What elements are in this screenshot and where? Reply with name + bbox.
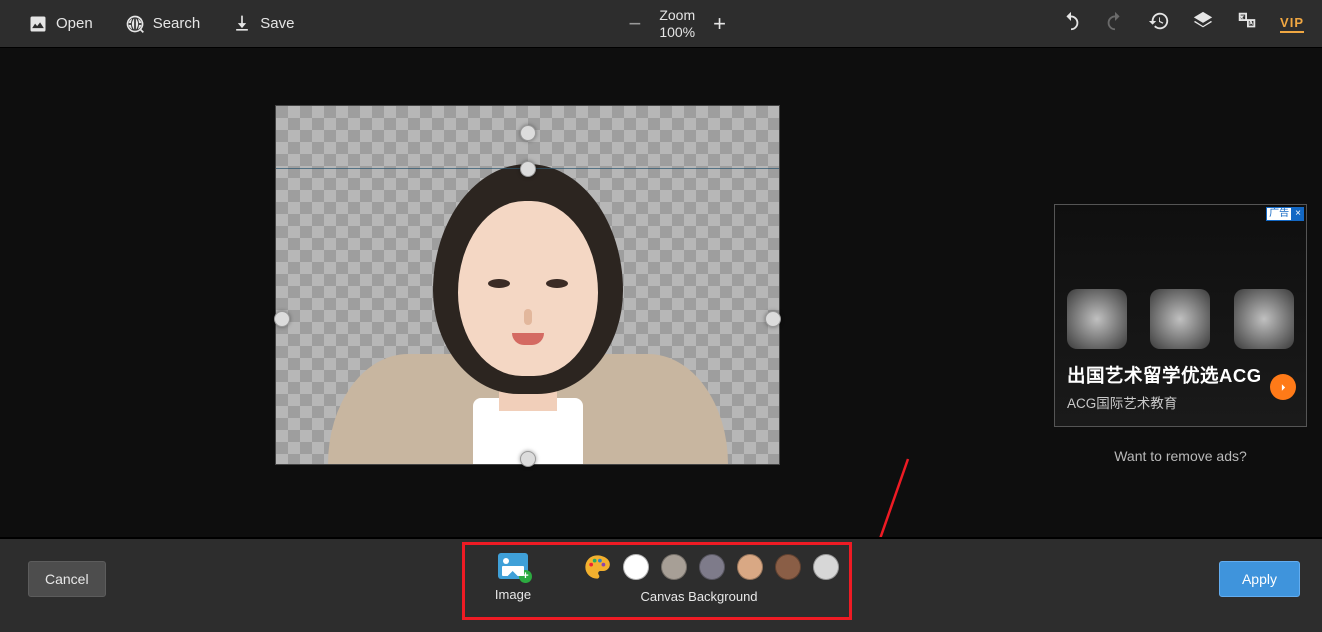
translate-icon	[1236, 10, 1258, 32]
open-label: Open	[56, 15, 93, 32]
ad-headline: 出国艺术留学优选ACG	[1067, 362, 1262, 388]
editor-stage: 广告 × 出国艺术留学优选ACG ACG国际艺术教育 Want to remov…	[0, 48, 1322, 632]
resize-handle-left[interactable]	[274, 311, 290, 327]
save-label: Save	[260, 15, 294, 32]
bottom-bar: Cancel + Image	[0, 537, 1322, 632]
ad-arrow-button[interactable]	[1270, 374, 1296, 400]
add-image-background-button[interactable]: +	[498, 553, 528, 579]
redo-button	[1104, 10, 1126, 37]
bg-swatch-0[interactable]	[623, 554, 649, 580]
bg-swatch-3[interactable]	[737, 554, 763, 580]
vip-badge[interactable]: VIP	[1280, 15, 1304, 33]
canvas[interactable]	[275, 105, 780, 465]
image-option-label: Image	[465, 587, 561, 602]
ad-badge[interactable]: 广告 ×	[1266, 207, 1304, 221]
save-button[interactable]: Save	[232, 14, 294, 34]
zoom-label: Zoom	[659, 7, 695, 23]
zoom-out-button[interactable]: −	[628, 11, 641, 37]
plus-icon: +	[519, 570, 532, 583]
zoom-controls: − Zoom 100% +	[294, 7, 1060, 39]
undo-icon	[1060, 10, 1082, 32]
cancel-button[interactable]: Cancel	[28, 561, 106, 597]
history-button[interactable]	[1148, 10, 1170, 37]
bg-swatch-5[interactable]	[813, 554, 839, 580]
zoom-value: 100%	[659, 24, 695, 40]
remove-ads-link[interactable]: Want to remove ads?	[1054, 448, 1307, 464]
color-picker-button[interactable]	[583, 553, 611, 581]
resize-handle-top[interactable]	[520, 125, 536, 141]
ad-tag: 广告	[1266, 207, 1292, 221]
redo-icon	[1104, 10, 1126, 32]
canvas-image	[276, 106, 779, 464]
undo-button[interactable]	[1060, 10, 1082, 37]
ad-close-icon[interactable]: ×	[1292, 207, 1304, 221]
chevron-right-icon	[1277, 381, 1290, 394]
image-open-icon	[28, 14, 48, 34]
bg-swatch-2[interactable]	[699, 554, 725, 580]
open-button[interactable]: Open	[28, 14, 93, 34]
resize-handle-right[interactable]	[765, 311, 781, 327]
zoom-in-button[interactable]: +	[713, 11, 726, 37]
resize-handle-bottom[interactable]	[520, 451, 536, 467]
layers-button[interactable]	[1192, 10, 1214, 37]
translate-button[interactable]	[1236, 10, 1258, 37]
search-globe-icon	[125, 14, 145, 34]
history-icon	[1148, 10, 1170, 32]
search-label: Search	[153, 15, 201, 32]
apply-button[interactable]: Apply	[1219, 561, 1300, 597]
layers-icon	[1192, 10, 1214, 32]
search-button[interactable]: Search	[125, 14, 201, 34]
bg-swatch-4[interactable]	[775, 554, 801, 580]
bg-swatch-1[interactable]	[661, 554, 687, 580]
ad-thumbnails	[1055, 279, 1306, 359]
download-icon	[232, 14, 252, 34]
palette-icon	[583, 553, 611, 581]
advertisement[interactable]: 广告 × 出国艺术留学优选ACG ACG国际艺术教育	[1054, 204, 1307, 427]
resize-handle-top-edge[interactable]	[520, 161, 536, 177]
ad-subline: ACG国际艺术教育	[1067, 392, 1177, 412]
canvas-background-label: Canvas Background	[549, 589, 849, 604]
canvas-background-panel: + Image Canvas Background	[462, 542, 852, 620]
top-toolbar: Open Search Save − Zoom 100% + VIP	[0, 0, 1322, 48]
